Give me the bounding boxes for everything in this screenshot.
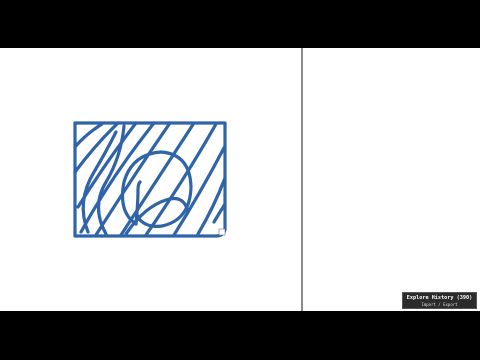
explore-history-title[interactable]: Explore History (390) xyxy=(407,295,473,302)
scribble-drawing xyxy=(73,121,227,238)
scribble-stroke xyxy=(212,202,227,224)
drawing-canvas[interactable] xyxy=(0,48,480,311)
import-export-link[interactable]: Import / Export xyxy=(421,302,457,307)
resize-handle-icon[interactable] xyxy=(218,228,226,236)
explore-history-panel[interactable]: Explore History (390) Import / Export xyxy=(402,292,477,309)
panel-divider[interactable] xyxy=(301,48,303,311)
